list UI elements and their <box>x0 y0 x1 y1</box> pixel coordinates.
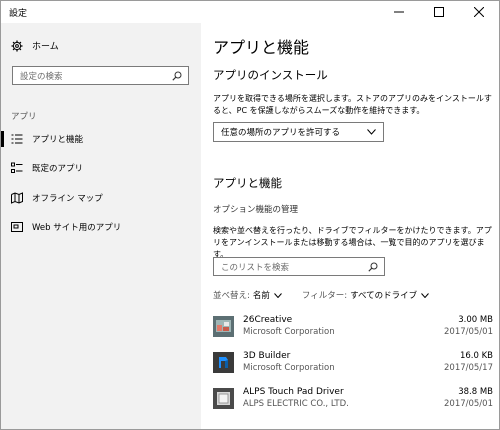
sidebar-item-default-apps[interactable]: 既定のアプリ <box>1 157 201 179</box>
minimize-icon <box>394 11 404 13</box>
close-icon <box>474 7 484 17</box>
list-icon <box>11 133 23 145</box>
app-date: 2017/05/01 <box>444 399 493 409</box>
sidebar-item-offline-maps[interactable]: オフライン マップ <box>1 187 201 209</box>
chevron-down-icon <box>274 292 282 298</box>
list-item[interactable]: ALPS Touch Pad Driver ALPS ELECTRIC CO.,… <box>213 385 493 421</box>
app-size: 16.0 KB <box>459 351 493 361</box>
main-content: アプリと機能 アプリのインストール アプリを取得できる場所を選択します。ストアの… <box>201 23 499 429</box>
sort-label: 並べ替え: <box>213 291 250 301</box>
app-list-search-placeholder: このリストを検索 <box>221 262 290 273</box>
sidebar-item-label: オフライン マップ <box>32 194 103 204</box>
driver-icon <box>213 388 234 409</box>
search-icon <box>368 262 378 272</box>
install-heading: アプリのインストール <box>213 68 328 82</box>
app-list-search-input[interactable]: このリストを検索 <box>213 257 385 276</box>
sidebar-item-web-apps[interactable]: Web サイト用のアプリ <box>1 216 201 238</box>
list-item[interactable]: 3D Builder Microsoft Corporation 16.0 KB… <box>213 349 493 385</box>
features-description: 検索や並べ替えを行ったり、ドライブでフィルターをかけたりできます。アプリをアンイ… <box>213 226 492 259</box>
page-title: アプリと機能 <box>213 38 310 57</box>
app-size: 38.8 MB <box>458 387 493 397</box>
filter-value: すべてのドライブ <box>350 291 418 301</box>
app-name: 26Creative <box>243 315 293 325</box>
app-date: 2017/05/17 <box>444 363 493 373</box>
filter-dropdown[interactable]: フィルター: すべてのドライブ <box>302 289 449 301</box>
app-list: 26Creative Microsoft Corporation 3.00 MB… <box>213 313 493 421</box>
window-title: 設定 <box>9 8 28 19</box>
optional-features-link[interactable]: オプション機能の管理 <box>213 203 298 215</box>
3d-builder-icon <box>213 352 234 373</box>
sidebar-item-label: アプリと機能 <box>32 135 84 145</box>
sort-dropdown[interactable]: 並べ替え: 名前 <box>213 289 302 301</box>
maximize-button[interactable] <box>419 1 459 23</box>
default-apps-icon <box>11 162 23 174</box>
install-description: アプリを取得できる場所を選択します。ストアのアプリのみをインストールすると、PC… <box>213 94 492 115</box>
close-button[interactable] <box>459 1 499 23</box>
settings-search-placeholder: 設定の検索 <box>20 71 63 82</box>
maximize-icon <box>434 7 444 17</box>
app-size: 3.00 MB <box>458 315 493 325</box>
chevron-down-icon <box>421 292 430 298</box>
map-icon <box>11 192 23 204</box>
gear-icon <box>11 40 23 52</box>
app-publisher: Microsoft Corporation <box>243 363 335 373</box>
list-item[interactable]: 26Creative Microsoft Corporation 3.00 MB… <box>213 313 493 349</box>
sidebar-item-label: 既定のアプリ <box>32 164 84 174</box>
window-controls <box>379 1 499 23</box>
features-heading: アプリと機能 <box>213 176 282 190</box>
app-publisher: Microsoft Corporation <box>243 327 335 337</box>
home-label: ホーム <box>32 42 59 52</box>
sort-filter-row: 並べ替え: 名前 フィルター: すべてのドライブ <box>213 289 449 301</box>
chevron-down-icon <box>367 129 376 135</box>
app-name: 3D Builder <box>243 351 291 361</box>
sidebar-item-label: Web サイト用のアプリ <box>32 223 122 233</box>
apps-section-label: アプリ <box>11 112 37 122</box>
search-icon <box>172 71 182 81</box>
install-source-value: 任意の場所のアプリを許可する <box>221 128 341 138</box>
app-publisher: ALPS ELECTRIC CO., LTD. <box>243 399 349 409</box>
install-source-dropdown[interactable]: 任意の場所のアプリを許可する <box>213 122 384 142</box>
sidebar: ホーム 設定の検索 アプリ アプリと機能 既定のアプリ オフライン マップ We… <box>1 23 201 429</box>
app-name: ALPS Touch Pad Driver <box>243 387 344 397</box>
title-bar: 設定 <box>1 1 499 23</box>
web-app-icon <box>11 221 23 233</box>
settings-search-input[interactable]: 設定の検索 <box>12 66 189 85</box>
home-nav-item[interactable]: ホーム <box>11 39 59 52</box>
filter-label: フィルター: <box>301 291 348 301</box>
minimize-button[interactable] <box>379 1 419 23</box>
sort-value: 名前 <box>252 291 270 301</box>
sidebar-item-apps-features[interactable]: アプリと機能 <box>1 128 201 150</box>
creative-app-icon <box>213 316 234 337</box>
app-date: 2017/05/01 <box>444 327 493 337</box>
